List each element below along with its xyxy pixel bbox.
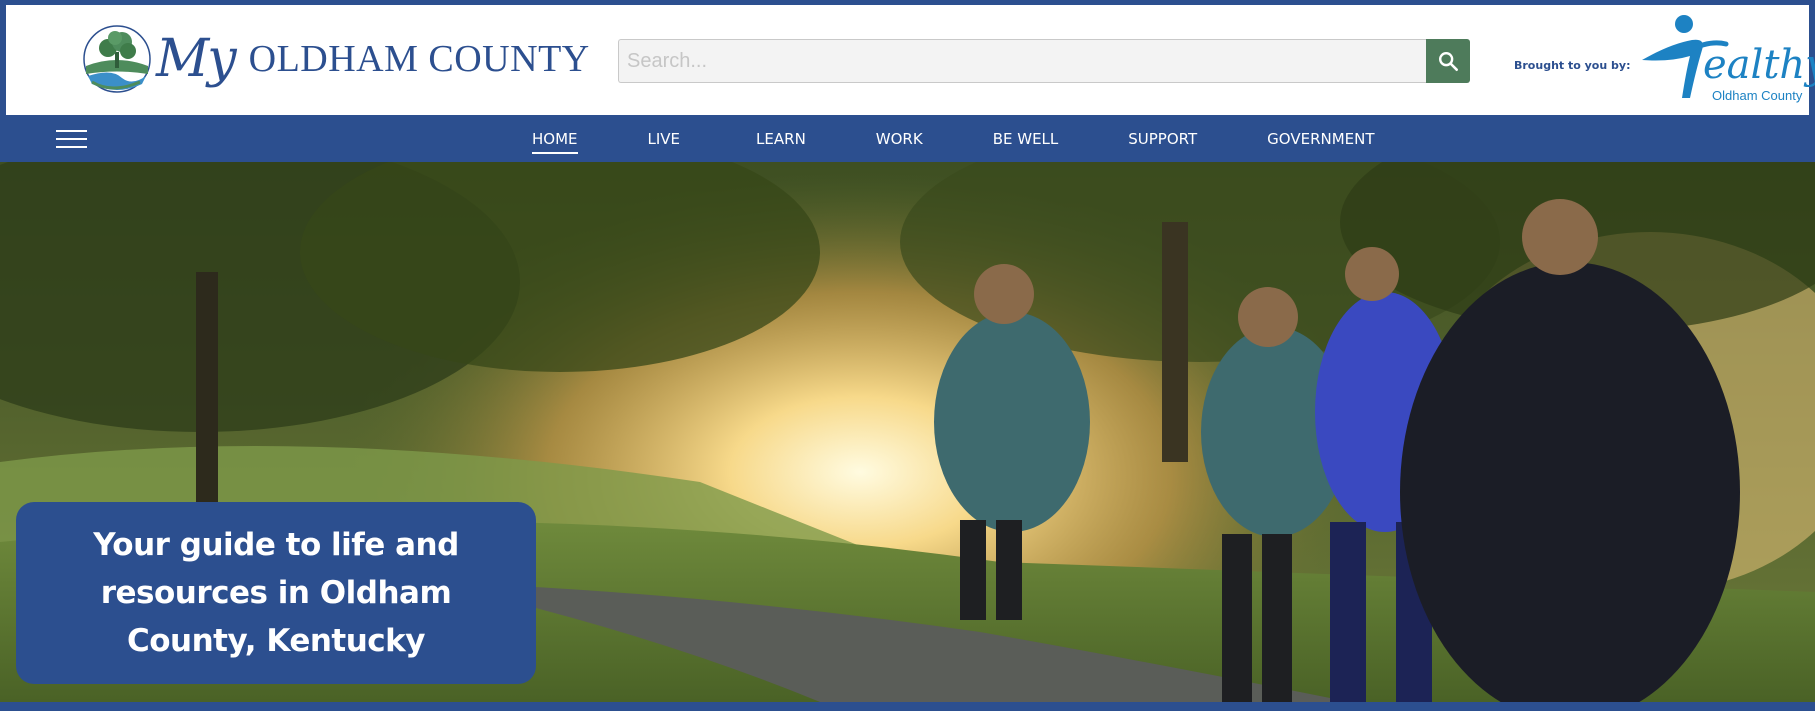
hamburger-icon[interactable] — [54, 124, 88, 154]
search-input[interactable] — [618, 39, 1426, 83]
nav-item-work[interactable]: WORK — [876, 116, 923, 162]
hero-banner: Your guide to life and resources in Oldh… — [0, 162, 1815, 702]
search-form — [618, 39, 1470, 83]
tagline-card: Your guide to life and resources in Oldh… — [16, 502, 536, 684]
tree-river-icon — [83, 25, 151, 93]
nav-item-be-well[interactable]: BE WELL — [993, 116, 1059, 162]
nav-item-support[interactable]: SUPPORT — [1128, 116, 1197, 162]
nav-item-government[interactable]: GOVERNMENT — [1267, 116, 1374, 162]
nav-item-learn[interactable]: LEARN — [756, 116, 806, 162]
logo-county-text: OLDHAM COUNTY — [248, 38, 590, 80]
nav-items: HOME LIVE LEARN WORK BE WELL SUPPORT GOV… — [530, 116, 1375, 162]
site-logo[interactable]: My OLDHAM COUNTY — [82, 24, 590, 94]
logo-my-text: My — [156, 29, 237, 89]
search-button[interactable] — [1426, 39, 1470, 83]
nav-item-live[interactable]: LIVE — [648, 116, 681, 162]
partner-logo-word: ealthy — [1703, 42, 1815, 88]
nav-item-home[interactable]: HOME — [532, 116, 578, 162]
partner-logo-subtitle: Oldham County — [1712, 88, 1803, 103]
search-icon — [1439, 52, 1458, 71]
sponsor-label: Brought to you by: — [1514, 59, 1631, 72]
site-header: My OLDHAM COUNTY Brought to you by: — [6, 5, 1809, 115]
hero-tagline: Your guide to life and resources in Oldh… — [93, 527, 459, 659]
main-nav: HOME LIVE LEARN WORK BE WELL SUPPORT GOV… — [0, 116, 1815, 162]
